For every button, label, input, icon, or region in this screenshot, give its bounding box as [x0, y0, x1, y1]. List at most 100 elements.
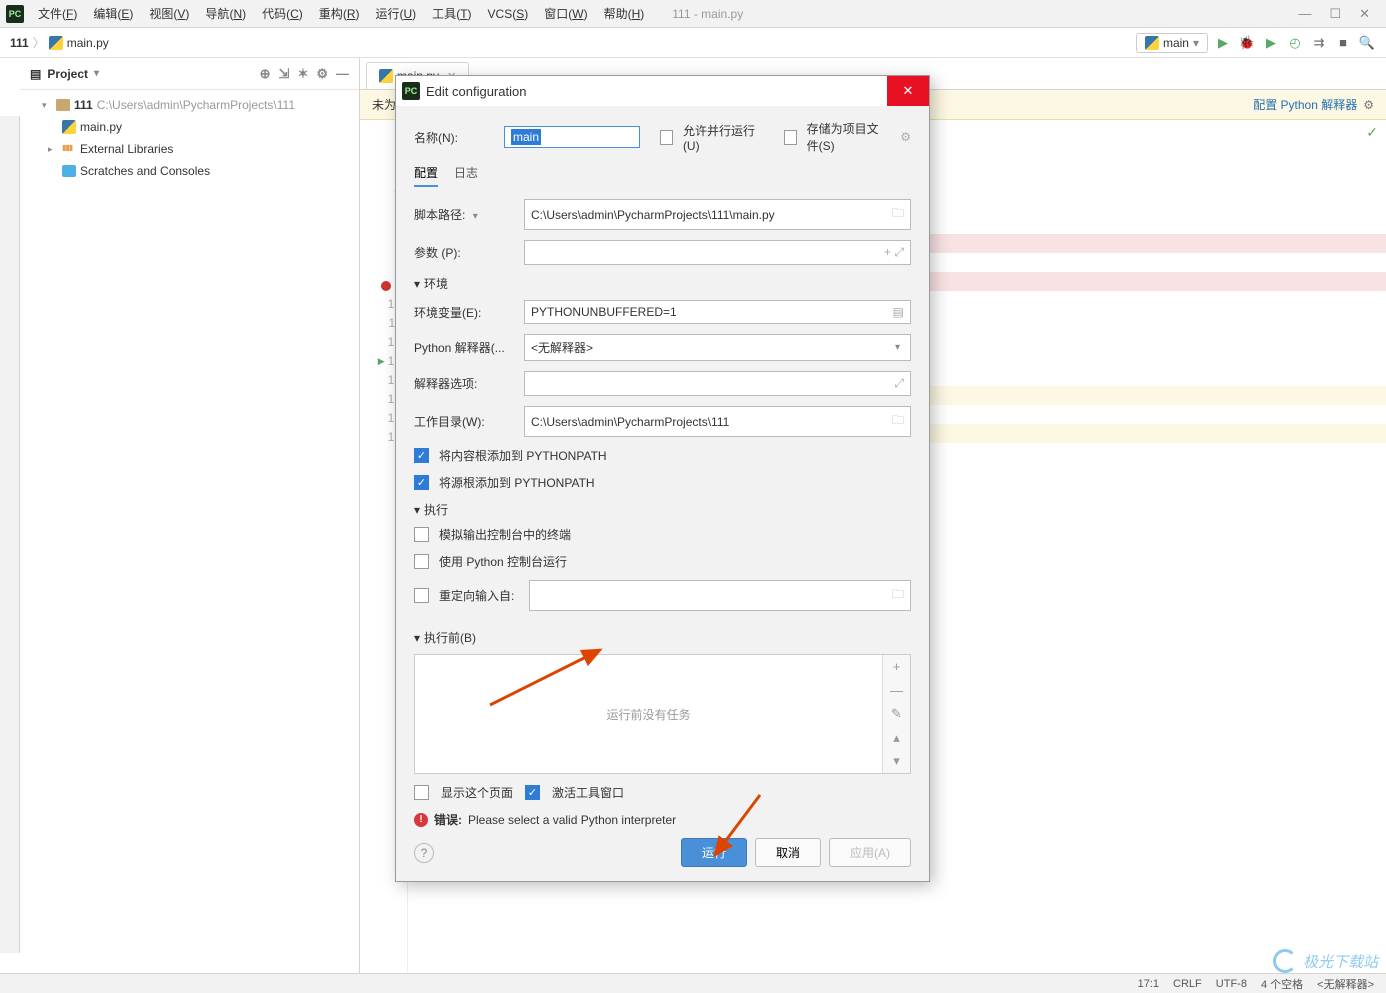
workdir-label: 工作目录(W):: [414, 413, 514, 430]
interp-opt-input[interactable]: ⤢: [524, 371, 911, 396]
browse-icon[interactable]: 🗀: [892, 204, 904, 225]
dialog-close-button[interactable]: ✕: [887, 76, 929, 106]
menu-view[interactable]: 视图(V): [141, 1, 197, 26]
error-icon: !: [414, 813, 428, 827]
menu-file[interactable]: 文件(F): [30, 1, 85, 26]
add-source-roots-checkbox[interactable]: [414, 475, 429, 490]
expand-icon: ⤢: [894, 376, 904, 391]
breadcrumb: 111 〉 main.py: [10, 34, 109, 51]
edit-configuration-dialog: PC Edit configuration ✕ 名称(N): main 允许并行…: [395, 75, 930, 882]
python-icon: [1145, 36, 1159, 50]
redirect-input-field[interactable]: 🗀: [529, 580, 911, 611]
coverage-icon[interactable]: ▶: [1262, 34, 1280, 52]
params-input[interactable]: + ⤢: [524, 240, 911, 265]
interp-opt-label: 解释器选项:: [414, 375, 514, 392]
run-button[interactable]: 运行: [681, 838, 747, 867]
before-section-header[interactable]: ▾执行前(B): [414, 629, 911, 646]
menu-vcs[interactable]: VCS(S): [480, 3, 537, 25]
menu-edit[interactable]: 编辑(E): [85, 1, 141, 26]
dialog-tabs: 配置 日志: [414, 164, 911, 187]
interpreter-status[interactable]: <无解释器>: [1317, 976, 1374, 992]
tab-config[interactable]: 配置: [414, 164, 438, 187]
tree-scratches[interactable]: Scratches and Consoles: [20, 160, 359, 182]
interpreter-select[interactable]: <无解释器>▾: [524, 334, 911, 361]
move-up-icon[interactable]: ▴: [883, 726, 910, 750]
menubar: PC 文件(F) 编辑(E) 视图(V) 导航(N) 代码(C) 重构(R) 运…: [0, 0, 1386, 28]
maximize-icon[interactable]: ☐: [1329, 6, 1341, 22]
project-panel: ▤ Project ▾ ⊕ ⇲ ✶ ⚙ — ▾ 111 C:\Users\adm…: [20, 58, 360, 973]
store-as-project-label: 存储为项目文件(S): [807, 120, 891, 154]
allow-parallel-checkbox[interactable]: [660, 130, 673, 145]
chevron-down-icon: ▾: [891, 342, 904, 353]
list-icon: ▤: [893, 305, 904, 319]
cancel-button[interactable]: 取消: [755, 838, 821, 867]
target-icon[interactable]: ⊕: [260, 66, 271, 82]
pycharm-app-icon: PC: [402, 82, 420, 100]
menu-refactor[interactable]: 重构(R): [311, 1, 368, 26]
redirect-input-checkbox[interactable]: [414, 588, 429, 603]
dialog-titlebar[interactable]: PC Edit configuration ✕: [396, 76, 929, 106]
move-down-icon[interactable]: ▾: [883, 749, 910, 773]
workdir-input[interactable]: C:\Users\admin\PycharmProjects\111🗀: [524, 406, 911, 437]
tree-external-libs[interactable]: ▸ External Libraries: [20, 138, 359, 160]
debug-icon[interactable]: 🐞: [1238, 34, 1256, 52]
collapse-icon[interactable]: ✶: [297, 66, 308, 82]
breakpoint-icon[interactable]: [381, 281, 391, 291]
breadcrumb-file[interactable]: main.py: [67, 36, 109, 50]
gear-icon[interactable]: ⚙: [316, 66, 328, 82]
edit-task-icon[interactable]: ✎: [883, 702, 910, 726]
hide-icon[interactable]: —: [336, 66, 349, 82]
add-content-roots-label: 将内容根添加到 PYTHONPATH: [439, 447, 607, 464]
menu-run[interactable]: 运行(U): [367, 1, 424, 26]
apply-button[interactable]: 应用(A): [829, 838, 911, 867]
error-text: Please select a valid Python interpreter: [468, 813, 676, 827]
expand-icon[interactable]: ⇲: [279, 66, 290, 82]
breadcrumb-project[interactable]: 111: [10, 36, 29, 50]
browse-icon: 🗀: [892, 411, 904, 432]
menu-code[interactable]: 代码(C): [254, 1, 311, 26]
remove-task-icon[interactable]: —: [883, 679, 910, 703]
emulate-terminal-checkbox[interactable]: [414, 527, 429, 542]
tab-logs[interactable]: 日志: [454, 164, 478, 187]
help-icon[interactable]: ?: [414, 843, 434, 863]
tree-file-main[interactable]: main.py: [20, 116, 359, 138]
gear-icon[interactable]: ⚙: [900, 130, 911, 144]
run-line-icon[interactable]: ▶: [378, 352, 385, 371]
scratches-icon: [62, 165, 76, 177]
menu-navigate[interactable]: 导航(N): [197, 1, 254, 26]
stop-icon[interactable]: ■: [1334, 34, 1352, 52]
store-as-project-checkbox[interactable]: [784, 130, 797, 145]
encoding[interactable]: UTF-8: [1216, 978, 1247, 990]
env-var-input[interactable]: PYTHONUNBUFFERED=1▤: [524, 300, 911, 324]
show-this-page-checkbox[interactable]: [414, 785, 429, 800]
activate-tool-checkbox[interactable]: [525, 785, 540, 800]
run-icon[interactable]: ▶: [1214, 34, 1232, 52]
menu-window[interactable]: 窗口(W): [536, 1, 595, 26]
script-path-input[interactable]: C:\Users\admin\PycharmProjects\111\main.…: [524, 199, 911, 230]
configure-interpreter-link[interactable]: 配置 Python 解释器: [1253, 96, 1357, 113]
run-config-selector[interactable]: main ▾: [1136, 33, 1208, 53]
env-section-header[interactable]: ▾环境: [414, 275, 911, 292]
minimize-icon[interactable]: —: [1298, 6, 1311, 22]
watermark: 极光下载站: [1273, 949, 1378, 973]
project-panel-header: ▤ Project ▾ ⊕ ⇲ ✶ ⚙ —: [20, 58, 359, 90]
project-panel-title: Project: [47, 67, 88, 81]
close-icon[interactable]: ✕: [1359, 6, 1370, 22]
menu-tools[interactable]: 工具(T): [424, 1, 479, 26]
concurrent-icon[interactable]: ⇉: [1310, 34, 1328, 52]
profile-icon[interactable]: ◴: [1286, 34, 1304, 52]
search-icon[interactable]: 🔍: [1358, 34, 1376, 52]
add-content-roots-checkbox[interactable]: [414, 448, 429, 463]
gear-icon[interactable]: ⚙: [1363, 98, 1374, 112]
params-label: 参数 (P):: [414, 244, 514, 261]
name-input[interactable]: main: [504, 126, 640, 148]
indent[interactable]: 4 个空格: [1261, 976, 1303, 992]
tree-root[interactable]: ▾ 111 C:\Users\admin\PycharmProjects\111: [20, 94, 359, 116]
exec-section-header[interactable]: ▾执行: [414, 501, 911, 518]
cursor-position[interactable]: 17:1: [1138, 978, 1159, 990]
line-ending[interactable]: CRLF: [1173, 978, 1202, 990]
add-task-icon[interactable]: +: [883, 655, 910, 679]
run-with-console-label: 使用 Python 控制台运行: [439, 553, 567, 570]
run-with-console-checkbox[interactable]: [414, 554, 429, 569]
menu-help[interactable]: 帮助(H): [596, 1, 653, 26]
